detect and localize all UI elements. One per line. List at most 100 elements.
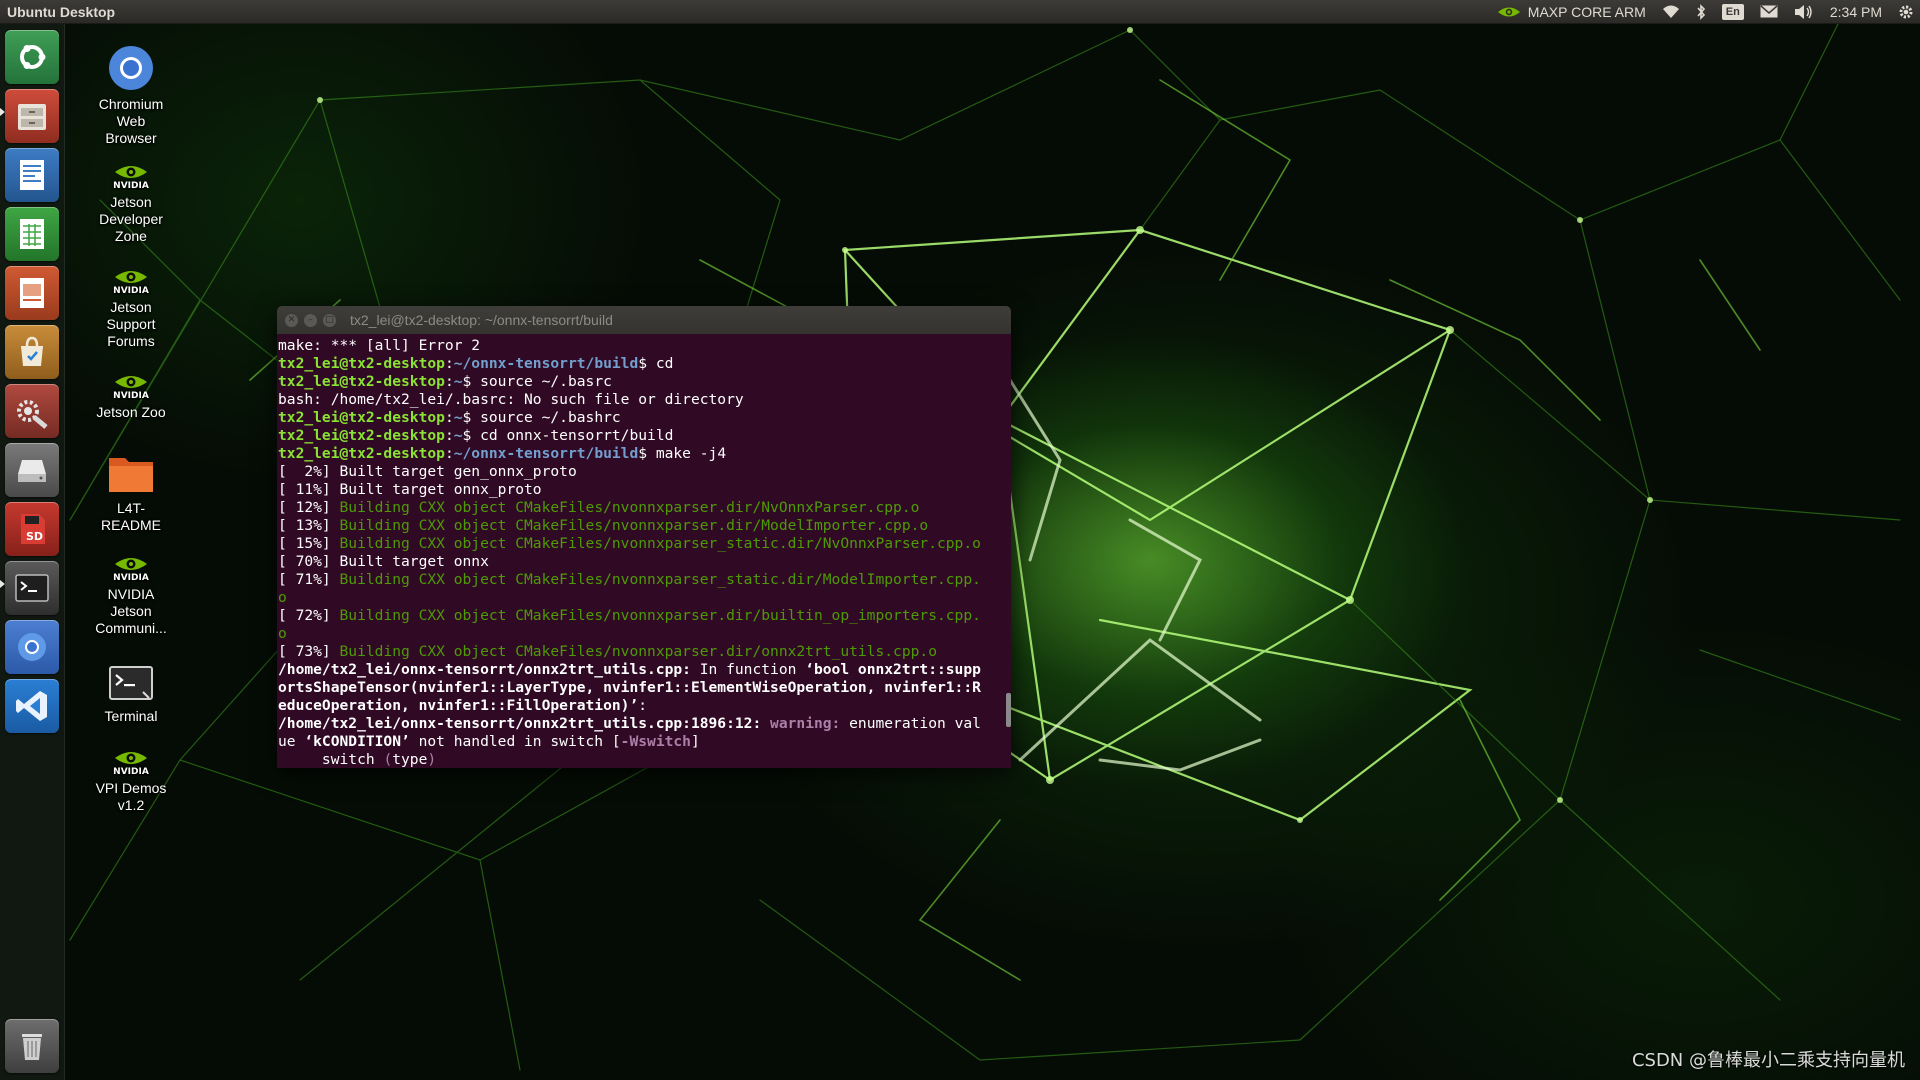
launcher-sd-card-writer[interactable]: SD: [5, 502, 59, 556]
desktop-icon-nvidia-jetson-community[interactable]: NVIDIA NVIDIA Jetson Communi...: [72, 552, 190, 637]
terminal-text: ~/onnx-tensorrt/build: [453, 445, 639, 462]
terminal-line: tx2_lei@tx2-desktop:~$ cd onnx-tensorrt/…: [278, 427, 1001, 445]
terminal-text: Building CXX object CMakeFiles/nvonnxpar…: [339, 607, 981, 624]
terminal-text: /home/tx2_lei/onnx-tensorrt/onnx2trt_uti…: [278, 715, 762, 732]
launcher-drive[interactable]: [5, 443, 59, 497]
terminal-line: /home/tx2_lei/onnx-tensorrt/onnx2trt_uti…: [278, 661, 1001, 679]
terminal-line: make: *** [all] Error 2: [278, 337, 1001, 355]
desktop-icon-chromium[interactable]: Chromium Web Browser: [72, 44, 190, 147]
wifi-icon[interactable]: [1662, 5, 1680, 19]
terminal-text: type: [392, 751, 428, 768]
gear-icon[interactable]: [1898, 4, 1914, 20]
launcher-system-settings[interactable]: [5, 384, 59, 438]
desktop-icon-label: Jetson Developer Zone: [99, 194, 163, 244]
terminal-text: $ cd: [638, 355, 674, 372]
terminal-text: [ 13%]: [278, 517, 340, 534]
desktop-icon-jetson-developer-zone[interactable]: NVIDIA Jetson Developer Zone: [72, 160, 190, 245]
terminal-line: [ 15%] Building CXX object CMakeFiles/nv…: [278, 535, 1001, 553]
terminal-text: ): [427, 751, 437, 768]
nvidia-icon: NVIDIA: [113, 376, 149, 400]
power-mode-label: MAXP CORE ARM: [1527, 3, 1646, 20]
minimize-button[interactable]: –: [304, 313, 317, 327]
terminal-line: [ 13%] Building CXX object CMakeFiles/nv…: [278, 517, 1001, 535]
terminal-text: o: [278, 589, 287, 606]
terminal-text: bash: /home/tx2_lei/.basrc: No such file…: [278, 391, 744, 408]
terminal-icon: [109, 666, 153, 700]
terminal-line: o: [278, 625, 1001, 643]
terminal-text: :: [638, 697, 648, 714]
terminal-text: ortsShapeTensor(nvinfer1::LayerType, nvi…: [278, 679, 981, 696]
sd-card-icon: SD: [21, 514, 45, 544]
launcher-software-center[interactable]: [5, 325, 59, 379]
power-mode-indicator[interactable]: MAXP CORE ARM: [1496, 4, 1646, 20]
volume-icon[interactable]: [1794, 4, 1814, 20]
terminal-icon: [15, 574, 49, 602]
ubuntu-logo-icon: [20, 45, 46, 69]
launcher-ubuntu-home[interactable]: [5, 30, 59, 84]
desktop-icon-label: Jetson Zoo: [96, 404, 166, 420]
close-button[interactable]: ✕: [285, 313, 298, 327]
desktop-icon-jetson-zoo[interactable]: NVIDIA Jetson Zoo: [72, 370, 190, 421]
keyboard-icon[interactable]: En: [1721, 3, 1744, 20]
terminal-text: $ source ~/.basrc: [462, 373, 612, 390]
presentation-icon: [20, 278, 44, 308]
terminal-text: :: [444, 427, 454, 444]
terminal-text: ‘kCONDITION’: [304, 733, 410, 750]
terminal-line: [ 71%] Building CXX object CMakeFiles/nv…: [278, 571, 1001, 589]
terminal-line: [ 12%] Building CXX object CMakeFiles/nv…: [278, 499, 1001, 517]
keyboard-layout-label: En: [1721, 3, 1744, 20]
launcher-chromium[interactable]: [5, 620, 59, 674]
nvidia-wordmark: NVIDIA: [113, 391, 149, 400]
file-cabinet-icon: [18, 104, 46, 130]
terminal-text: :: [444, 355, 454, 372]
launcher-files[interactable]: [5, 89, 59, 143]
nvidia-wordmark: NVIDIA: [113, 767, 149, 776]
terminal-text: ~/onnx-tensorrt/build: [453, 355, 639, 372]
maximize-button[interactable]: □: [323, 313, 336, 327]
terminal-text: ]: [690, 733, 700, 750]
csdn-watermark: CSDN @鲁棒最小二乘支持向量机: [1631, 1050, 1905, 1071]
clock[interactable]: 2:34 PM: [1830, 4, 1882, 20]
folder-icon: [109, 458, 153, 492]
bluetooth-icon[interactable]: [1696, 3, 1706, 20]
maximize-icon: □: [325, 314, 334, 325]
svg-text:SD: SD: [26, 530, 43, 543]
launcher-calc[interactable]: [5, 207, 59, 261]
terminal-window[interactable]: ✕ – □ tx2_lei@tx2-desktop: ~/onnx-tensor…: [277, 306, 1011, 768]
terminal-text: ‘bool onnx2trt::supp: [805, 661, 981, 678]
terminal-text: ~: [453, 409, 463, 426]
terminal-line: ortsShapeTensor(nvinfer1::LayerType, nvi…: [278, 679, 1001, 697]
desktop-icon-vpi-demos[interactable]: NVIDIA VPI Demos v1.2: [72, 746, 190, 814]
desktop-icon-l4t-readme[interactable]: L4T- README: [72, 452, 190, 534]
terminal-text: Building CXX object CMakeFiles/nvonnxpar…: [339, 535, 981, 552]
launcher-writer[interactable]: [5, 148, 59, 202]
mail-icon[interactable]: [1760, 5, 1778, 18]
launcher-terminal[interactable]: [5, 561, 59, 615]
terminal-output[interactable]: make: *** [all] Error 2 tx2_lei@tx2-deskt…: [277, 334, 1001, 768]
launcher-vscode[interactable]: [5, 679, 59, 733]
desktop-icon-jetson-support-forums[interactable]: NVIDIA Jetson Support Forums: [72, 265, 190, 350]
nvidia-wordmark: NVIDIA: [113, 286, 149, 295]
terminal-text: [ 2%] Built target gen_onnx_proto: [278, 463, 577, 480]
terminal-text: [ 70%] Built target onnx: [278, 553, 489, 570]
terminal-text: make: *** [all] Error 2: [278, 337, 481, 354]
terminal-text: Building CXX object CMakeFiles/nvonnxpar…: [339, 643, 937, 660]
terminal-text: switch: [278, 751, 384, 768]
desktop-icon-label: Chromium Web Browser: [98, 96, 164, 146]
terminal-text: $ source ~/.bashrc: [462, 409, 621, 426]
terminal-line: /home/tx2_lei/onnx-tensorrt/onnx2trt_uti…: [278, 715, 1001, 733]
desktop-icon-terminal[interactable]: Terminal: [72, 664, 190, 725]
launcher-trash[interactable]: [5, 1019, 59, 1073]
terminal-text: tx2_lei@tx2-desktop: [278, 373, 445, 390]
vscode-icon: [16, 691, 47, 721]
terminal-text: :: [444, 445, 454, 462]
terminal-titlebar[interactable]: ✕ – □ tx2_lei@tx2-desktop: ~/onnx-tensor…: [277, 306, 1011, 334]
launcher-impress[interactable]: [5, 266, 59, 320]
terminal-scrollbar-thumb[interactable]: [1006, 693, 1011, 727]
terminal-text: ~: [453, 373, 463, 390]
spreadsheet-icon: [20, 219, 44, 249]
terminal-line: educeOperation, nvinfer1::FillOperation)…: [278, 697, 1001, 715]
terminal-line: [ 73%] Building CXX object CMakeFiles/nv…: [278, 643, 1001, 661]
terminal-text: educeOperation, nvinfer1::FillOperation)…: [278, 697, 639, 714]
